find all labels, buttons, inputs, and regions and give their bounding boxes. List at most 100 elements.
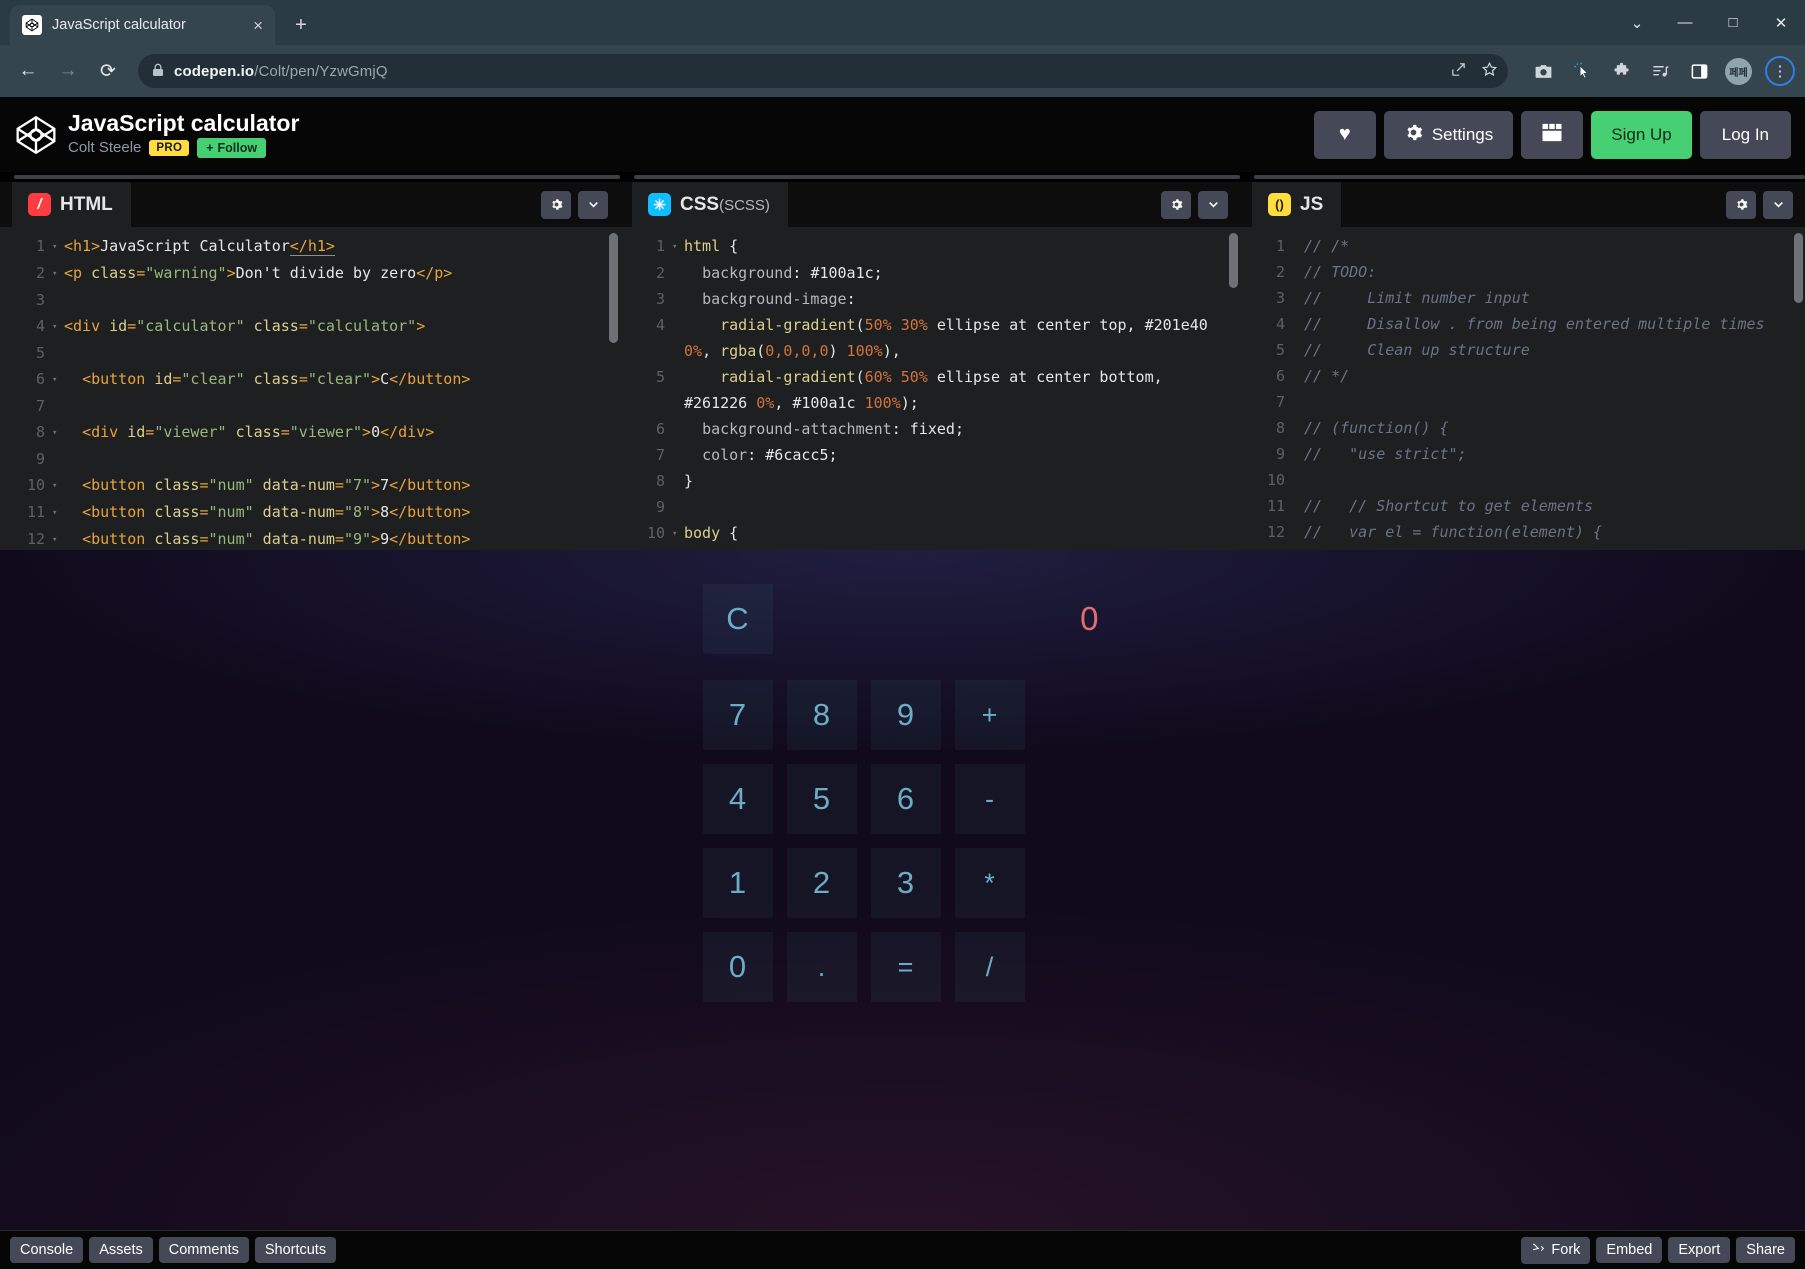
fold-arrow-icon[interactable] xyxy=(1292,285,1304,311)
fold-arrow-icon[interactable] xyxy=(672,494,684,520)
calc-key-6[interactable]: 6 xyxy=(870,764,941,834)
fold-arrow-icon[interactable]: ▾ xyxy=(52,260,64,287)
fork-button[interactable]: Fork xyxy=(1521,1236,1591,1264)
gear-icon[interactable] xyxy=(541,190,571,219)
tab-close-icon[interactable]: × xyxy=(253,17,263,34)
editor-scrollbar-js[interactable] xyxy=(1794,233,1803,303)
assets-button[interactable]: Assets xyxy=(89,1237,153,1263)
fold-arrow-icon[interactable]: ▾ xyxy=(672,233,684,260)
calc-key-decimal[interactable]: . xyxy=(786,932,857,1002)
pane-resizer-html[interactable] xyxy=(0,172,620,182)
code-editor-js[interactable]: 1 // /* 2 // TODO: 3 // Limit number input 4 //… xyxy=(1240,227,1805,550)
fold-arrow-icon[interactable] xyxy=(1292,519,1304,545)
calc-key-5[interactable]: 5 xyxy=(786,764,857,834)
calc-key-times[interactable]: * xyxy=(954,848,1025,918)
embed-button[interactable]: Embed xyxy=(1596,1237,1663,1263)
editor-scrollbar-html[interactable] xyxy=(609,233,618,343)
fold-arrow-icon[interactable]: ▾ xyxy=(52,526,64,550)
fold-arrow-icon[interactable] xyxy=(672,260,684,286)
log-in-button[interactable]: Log In xyxy=(1699,110,1791,159)
codepen-logo-icon[interactable] xyxy=(14,113,58,157)
new-tab-button[interactable]: + xyxy=(285,9,317,41)
console-button[interactable]: Console xyxy=(10,1237,84,1263)
forward-button[interactable]: → xyxy=(50,53,86,89)
calc-key-equals[interactable]: = xyxy=(870,932,941,1002)
fold-arrow-icon[interactable]: ▾ xyxy=(52,472,64,499)
side-panel-icon[interactable] xyxy=(1686,58,1712,84)
fold-arrow-icon[interactable] xyxy=(672,416,684,442)
calc-key-0[interactable]: 0 xyxy=(702,932,773,1002)
fold-arrow-icon[interactable] xyxy=(52,446,64,472)
extensions-puzzle-icon[interactable] xyxy=(1608,58,1634,84)
fold-arrow-icon[interactable] xyxy=(1292,493,1304,519)
follow-button[interactable]: + Follow xyxy=(197,137,267,158)
settings-button[interactable]: Settings xyxy=(1383,110,1514,159)
calc-key-1[interactable]: 1 xyxy=(702,848,773,918)
pane-tab-js[interactable]: () JS xyxy=(1252,182,1342,227)
share-icon[interactable] xyxy=(1450,61,1467,82)
export-button[interactable]: Export xyxy=(1668,1237,1731,1263)
gear-icon[interactable] xyxy=(1161,190,1191,219)
fold-arrow-icon[interactable] xyxy=(672,468,684,494)
calc-key-8[interactable]: 8 xyxy=(786,680,857,750)
fold-arrow-icon[interactable] xyxy=(52,393,64,419)
calc-key-7[interactable]: 7 xyxy=(702,680,773,750)
comments-button[interactable]: Comments xyxy=(158,1237,249,1263)
pen-author[interactable]: Colt Steele xyxy=(68,139,141,156)
calc-key-4[interactable]: 4 xyxy=(702,764,773,834)
cursor-select-icon[interactable] xyxy=(1569,58,1595,84)
editor-scrollbar-css[interactable] xyxy=(1229,233,1238,288)
fold-arrow-icon[interactable] xyxy=(672,286,684,312)
bookmark-star-icon[interactable] xyxy=(1481,61,1498,82)
chevron-down-icon[interactable] xyxy=(1198,190,1228,219)
fold-arrow-icon[interactable] xyxy=(1292,363,1304,389)
clear-button[interactable]: C xyxy=(702,584,773,654)
fold-arrow-icon[interactable] xyxy=(1292,311,1304,337)
chevron-down-icon[interactable] xyxy=(1763,190,1793,219)
fold-arrow-icon[interactable] xyxy=(672,364,684,416)
fold-arrow-icon[interactable]: ▾ xyxy=(52,419,64,446)
address-bar[interactable]: codepen.io/Colt/pen/YzwGmjQ xyxy=(138,54,1508,88)
fold-arrow-icon[interactable] xyxy=(1292,337,1304,363)
shortcuts-button[interactable]: Shortcuts xyxy=(254,1237,337,1263)
reload-button[interactable]: ⟳ xyxy=(90,53,126,89)
fold-arrow-icon[interactable] xyxy=(52,340,64,366)
pane-resizer-css[interactable] xyxy=(620,172,1240,182)
fold-arrow-icon[interactable] xyxy=(1292,467,1304,493)
browser-tab[interactable]: JavaScript calculator × xyxy=(10,5,275,45)
tab-search-icon[interactable]: ⌄ xyxy=(1613,0,1661,45)
fold-arrow-icon[interactable]: ▾ xyxy=(52,499,64,526)
fold-arrow-icon[interactable] xyxy=(1292,441,1304,467)
fold-arrow-icon[interactable]: ▾ xyxy=(52,313,64,340)
close-window-button[interactable]: ✕ xyxy=(1757,0,1805,45)
calc-key-3[interactable]: 3 xyxy=(870,848,941,918)
fold-arrow-icon[interactable] xyxy=(52,287,64,313)
calc-key-plus[interactable]: + xyxy=(954,680,1025,750)
fold-arrow-icon[interactable] xyxy=(1292,259,1304,285)
love-button[interactable]: ♥ xyxy=(1313,110,1376,159)
pane-resizer-js[interactable] xyxy=(1240,172,1805,182)
fold-arrow-icon[interactable] xyxy=(1292,233,1304,259)
fold-arrow-icon[interactable]: ▾ xyxy=(52,366,64,393)
calc-key-2[interactable]: 2 xyxy=(786,848,857,918)
calc-key-9[interactable]: 9 xyxy=(870,680,941,750)
share-button[interactable]: Share xyxy=(1736,1237,1795,1263)
gear-icon[interactable] xyxy=(1726,190,1756,219)
camera-icon[interactable] xyxy=(1530,58,1556,84)
minimize-button[interactable]: — xyxy=(1661,0,1709,45)
browser-menu-button[interactable]: ⋮ xyxy=(1765,56,1795,86)
chevron-down-icon[interactable] xyxy=(578,190,608,219)
sign-up-button[interactable]: Sign Up xyxy=(1591,110,1692,159)
media-list-icon[interactable] xyxy=(1647,58,1673,84)
code-editor-css[interactable]: 1 ▾ html {2 background: #100a1c; 3 backgrou… xyxy=(620,227,1240,550)
fold-arrow-icon[interactable]: ▾ xyxy=(672,520,684,547)
profile-avatar[interactable]: 페페 xyxy=(1725,57,1752,85)
fold-arrow-icon[interactable] xyxy=(1292,415,1304,441)
calc-key-divide[interactable]: / xyxy=(954,932,1025,1002)
code-editor-html[interactable]: 1 ▾ <h1>JavaScript Calculator</h1> 2 ▾ <p cla… xyxy=(0,227,620,550)
calc-key-minus[interactable]: - xyxy=(954,764,1025,834)
fold-arrow-icon[interactable]: ▾ xyxy=(52,233,64,260)
fold-arrow-icon[interactable] xyxy=(672,442,684,468)
back-button[interactable]: ← xyxy=(10,53,46,89)
layout-button[interactable] xyxy=(1521,110,1584,159)
